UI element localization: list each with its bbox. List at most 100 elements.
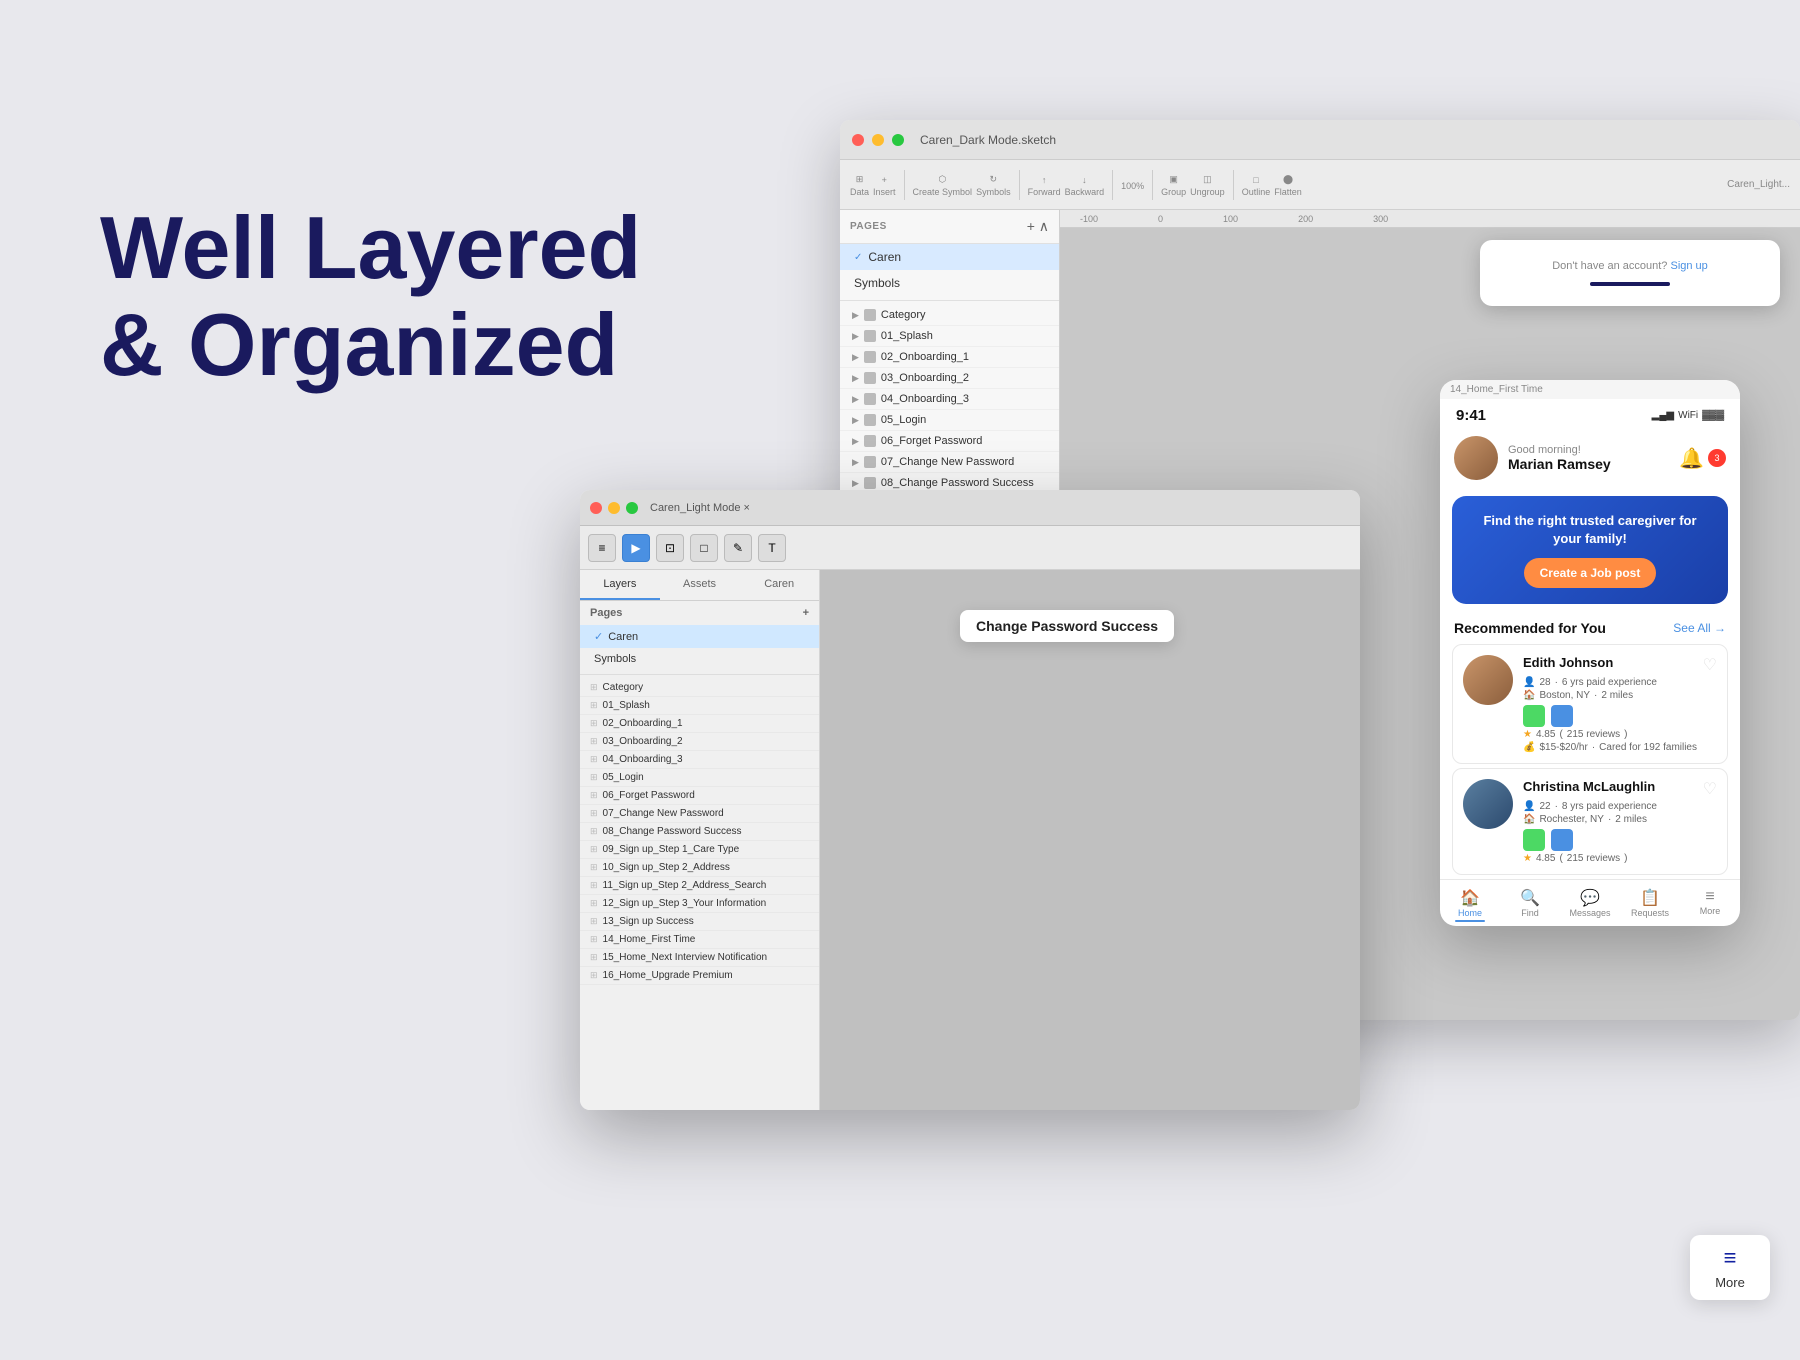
fw-pages-header: Pages + <box>580 601 819 625</box>
fw-tool-play[interactable]: ▶ <box>622 534 650 562</box>
toolbar-ungroup[interactable]: ◫Ungroup <box>1190 172 1225 197</box>
traffic-light-yellow[interactable] <box>872 134 884 146</box>
fw-page-symbols[interactable]: Symbols <box>580 648 819 670</box>
notification-badge: 3 <box>1708 449 1726 467</box>
sketch-toolbar-back: ⊞Data +Insert ⬡Create Symbol ↻Symbols ↑F… <box>840 160 1800 210</box>
layer-item[interactable]: ▶ 07_Change New Password <box>840 452 1059 473</box>
fw-layer-item[interactable]: ⊞ 08_Change Password Success <box>580 823 819 841</box>
fw-tab-assets[interactable]: Assets <box>660 570 740 600</box>
fw-tool-path[interactable]: ✎ <box>724 534 752 562</box>
fw-tab-right[interactable]: Caren <box>739 570 819 600</box>
more-button[interactable]: ≡ More <box>1690 1235 1770 1300</box>
recommended-title: Recommended for You <box>1454 620 1606 636</box>
fw-layer-item[interactable]: ⊞ 12_Sign up_Step 3_Your Information <box>580 895 819 913</box>
nav-more[interactable]: ≡ More <box>1680 888 1740 922</box>
fw-layer-item[interactable]: ⊞ 11_Sign up_Step 2_Address_Search <box>580 877 819 895</box>
toolbar-data[interactable]: ⊞Data <box>850 172 869 197</box>
fw-layer-item[interactable]: ⊞ 15_Home_Next Interview Notification <box>580 949 819 967</box>
toolbar-outline[interactable]: □Outline <box>1242 173 1271 197</box>
fw-layer-item[interactable]: ⊞ 01_Splash <box>580 697 819 715</box>
nav-find[interactable]: 🔍 Find <box>1500 888 1560 922</box>
fw-layer-item[interactable]: ⊞ 13_Sign up Success <box>580 913 819 931</box>
fw-layer-item[interactable]: ⊞ 09_Sign up_Step 1_Care Type <box>580 841 819 859</box>
fw-layer-item[interactable]: ⊞ 14_Home_First Time <box>580 931 819 949</box>
caregiver-age-2: 👤 22 · 8 yrs paid experience <box>1523 801 1717 812</box>
caregiver-age-1: 👤 28 · 6 yrs paid experience <box>1523 677 1717 688</box>
pages-header: PAGES + ∧ <box>840 210 1059 244</box>
caregiver-name-2: Christina McLaughlin <box>1523 779 1655 799</box>
fw-tool-rect[interactable]: □ <box>690 534 718 562</box>
layer-item[interactable]: ▶ 06_Forget Password <box>840 431 1059 452</box>
hero-line1: Well Layered <box>100 200 641 297</box>
fw-layer-item[interactable]: ⊞ 10_Sign up_Step 2_Address <box>580 859 819 877</box>
favorite-btn-1[interactable]: ♡ <box>1703 655 1717 675</box>
caregiver-info-2: Christina McLaughlin ♡ 👤 22 · 8 yrs paid… <box>1523 779 1717 864</box>
toolbar-zoom[interactable]: 100% <box>1121 179 1144 191</box>
page-item-caren[interactable]: ✓ Caren <box>840 244 1059 270</box>
app-greeting: Good morning! Marian Ramsey 🔔 3 <box>1440 428 1740 488</box>
greeting-name: Marian Ramsey <box>1508 456 1611 472</box>
bottom-nav: 🏠 Home 🔍 Find 💬 Messages 📋 Requests ≡ Mo… <box>1440 879 1740 926</box>
fw-pages-label: Pages <box>590 607 622 619</box>
fw-add-page[interactable]: + <box>803 607 809 619</box>
caregiver-card-1[interactable]: Edith Johnson ♡ 👤 28 · 6 yrs paid experi… <box>1452 644 1728 764</box>
toolbar-create-symbol[interactable]: ⬡Create Symbol <box>913 172 973 197</box>
fw-layer-item[interactable]: ⊞ 07_Change New Password <box>580 805 819 823</box>
status-bar: 9:41 ▂▄▆ WiFi ▓▓▓ <box>1440 399 1740 428</box>
wifi-icon: WiFi <box>1678 410 1698 421</box>
layer-item[interactable]: ▶ 04_Onboarding_3 <box>840 389 1059 410</box>
toolbar-backward[interactable]: ↓Backward <box>1065 173 1105 197</box>
layer-item[interactable]: ▶ 01_Splash <box>840 326 1059 347</box>
toolbar-flatten[interactable]: ⬤Flatten <box>1274 172 1302 197</box>
layer-item[interactable]: ▶ Category <box>840 305 1059 326</box>
fw-layer-item[interactable]: ⊞ Category <box>580 679 819 697</box>
fw-tab-layers[interactable]: Layers <box>580 570 660 600</box>
fw-layer-item[interactable]: ⊞ 16_Home_Upgrade Premium <box>580 967 819 985</box>
create-job-btn[interactable]: Create a Job post <box>1524 558 1657 588</box>
more-icon: ≡ <box>1700 1245 1760 1271</box>
nav-home[interactable]: 🏠 Home <box>1440 888 1500 922</box>
greeting-text: Good morning! <box>1508 444 1611 456</box>
fw-layer-item[interactable]: ⊞ 05_Login <box>580 769 819 787</box>
signin-bar <box>1590 282 1670 286</box>
badge-blue-2 <box>1551 829 1573 851</box>
fw-layer-item[interactable]: ⊞ 03_Onboarding_2 <box>580 733 819 751</box>
fw-tl-red[interactable] <box>590 502 602 514</box>
layer-item[interactable]: ▶ 03_Onboarding_2 <box>840 368 1059 389</box>
fw-tool-text[interactable]: T <box>758 534 786 562</box>
fw-tl-green[interactable] <box>626 502 638 514</box>
nav-messages[interactable]: 💬 Messages <box>1560 888 1620 922</box>
toolbar-forward[interactable]: ↑Forward <box>1028 173 1061 197</box>
fw-tl-yellow[interactable] <box>608 502 620 514</box>
layer-item[interactable]: ▶ 02_Onboarding_1 <box>840 347 1059 368</box>
phone-preview-signin: Don't have an account? Sign up <box>1480 240 1780 306</box>
signup-link[interactable]: Sign up <box>1670 260 1707 272</box>
see-all-btn[interactable]: See All → <box>1673 621 1726 635</box>
signal-icon: ▂▄▆ <box>1652 410 1674 421</box>
favorite-btn-2[interactable]: ♡ <box>1703 779 1717 799</box>
blue-card-title: Find the right trusted caregiver for you… <box>1468 512 1712 548</box>
app-preview: 14_Home_First Time 9:41 ▂▄▆ WiFi ▓▓▓ Goo… <box>1440 380 1740 926</box>
bell-icon[interactable]: 🔔 <box>1679 446 1704 471</box>
caregiver-card-2[interactable]: Christina McLaughlin ♡ 👤 22 · 8 yrs paid… <box>1452 768 1728 875</box>
page-item-symbols[interactable]: Symbols <box>840 270 1059 296</box>
caregiver-location-1: 🏠 Boston, NY · 2 miles <box>1523 690 1717 701</box>
add-page-btn[interactable]: + ∧ <box>1027 218 1049 235</box>
nav-requests[interactable]: 📋 Requests <box>1620 888 1680 922</box>
phone-signin-area: Don't have an account? Sign up <box>1480 240 1780 306</box>
avatar <box>1454 436 1498 480</box>
toolbar-group[interactable]: ▣Group <box>1161 172 1186 197</box>
fw-layer-item[interactable]: ⊞ 06_Forget Password <box>580 787 819 805</box>
signin-text: Don't have an account? Sign up <box>1500 260 1760 272</box>
fw-tool-frame[interactable]: ⊡ <box>656 534 684 562</box>
fw-tool-layers[interactable]: ≡ <box>588 534 616 562</box>
traffic-light-green[interactable] <box>892 134 904 146</box>
fw-layer-item[interactable]: ⊞ 04_Onboarding_3 <box>580 751 819 769</box>
traffic-light-red[interactable] <box>852 134 864 146</box>
layer-item[interactable]: ▶ 05_Login <box>840 410 1059 431</box>
fw-page-caren[interactable]: ✓ Caren <box>580 625 819 648</box>
toolbar-insert[interactable]: +Insert <box>873 173 896 197</box>
fw-body: Layers Assets Caren Pages + ✓ Caren Symb… <box>580 570 1360 1110</box>
fw-layer-item[interactable]: ⊞ 02_Onboarding_1 <box>580 715 819 733</box>
toolbar-symbols[interactable]: ↻Symbols <box>976 172 1011 197</box>
